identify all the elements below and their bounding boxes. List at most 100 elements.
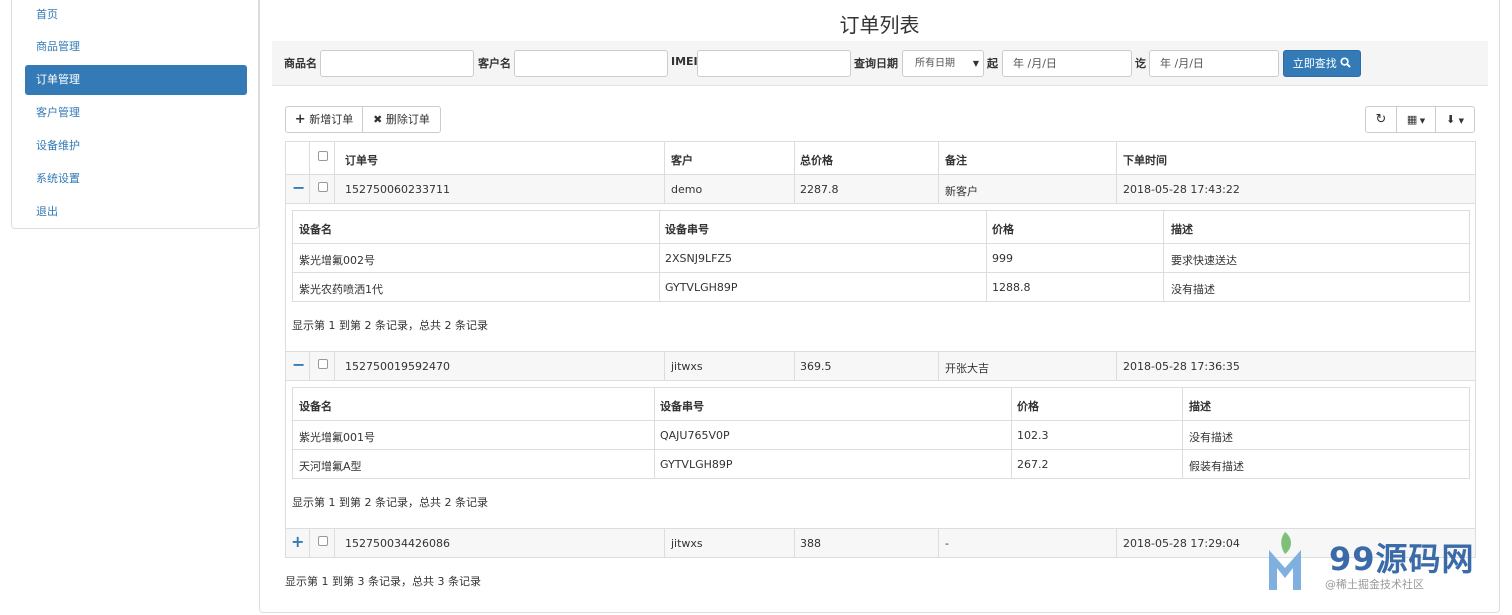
from-date-placeholder: 年 /月/日 — [1013, 57, 1057, 70]
imei-input[interactable] — [697, 50, 851, 77]
device-price: 1288.8 — [992, 281, 1031, 294]
order-note: 开张大吉 — [945, 362, 989, 375]
imei-label: IMEI — [671, 55, 698, 68]
device-desc: 要求快速送达 — [1171, 254, 1237, 267]
device-name: 天河增氟A型 — [299, 460, 362, 473]
product-label: 商品名 — [284, 57, 317, 70]
device-price: 999 — [992, 252, 1013, 265]
orders-table: 订单号 客户 总价格 备注 下单时间 − 152750060233711 dem… — [285, 141, 1476, 558]
detail-table: 设备名 设备串号 价格 描述 紫光增氟002号 2XSNJ9LFZ5 999 要… — [292, 210, 1470, 302]
date-select[interactable]: 所有日期 ▼ — [902, 50, 984, 77]
sidebar-item-orders[interactable]: 订单管理 — [25, 65, 247, 95]
row-checkbox[interactable] — [318, 182, 328, 192]
order-total: 388 — [800, 537, 821, 550]
collapse-icon[interactable]: − — [292, 357, 305, 373]
add-order-button[interactable]: + 新增订单 — [285, 106, 363, 133]
table-row[interactable] — [286, 352, 1475, 380]
column-header-time[interactable]: 下单时间 — [1123, 152, 1167, 168]
sidebar: 首页 商品管理 订单管理 客户管理 设备维护 系统设置 退出 — [11, 0, 259, 229]
remove-icon: ✖ — [373, 113, 383, 126]
detail-pager: 显示第 1 到第 2 条记录，总共 2 条记录 — [292, 496, 488, 509]
page-title: 订单列表 — [839, 13, 920, 37]
column-header-note[interactable]: 备注 — [945, 152, 967, 168]
to-date-input[interactable]: 年 /月/日 — [1149, 50, 1279, 77]
search-icon — [1340, 57, 1351, 68]
m-logo-icon — [1269, 532, 1301, 590]
column-header-total[interactable]: 总价格 — [800, 152, 833, 168]
sidebar-item-home[interactable]: 首页 — [25, 0, 247, 30]
date-label: 查询日期 — [854, 57, 898, 70]
to-label: 讫 — [1135, 57, 1146, 70]
caret-down-icon: ▼ — [972, 59, 979, 68]
delete-order-label: 删除订单 — [385, 113, 430, 126]
search-button-label: 立即查找 — [1292, 57, 1337, 70]
order-customer: jitwxs — [671, 537, 703, 550]
order-id: 152750034426086 — [345, 537, 450, 550]
from-label: 起 — [987, 57, 998, 70]
detail-header-price: 价格 — [992, 223, 1014, 236]
caret-down-icon: ▼ — [1458, 117, 1465, 125]
order-note: 新客户 — [945, 185, 978, 198]
plus-icon: + — [294, 112, 306, 127]
device-serial: QAJU765V0P — [660, 429, 730, 442]
export-button[interactable]: ⬇ ▼ — [1435, 106, 1475, 133]
customer-label: 客户名 — [478, 57, 511, 70]
sidebar-item-products[interactable]: 商品管理 — [25, 32, 247, 62]
delete-order-button[interactable]: ✖ 删除订单 — [362, 106, 441, 133]
add-order-label: 新增订单 — [309, 113, 354, 126]
table-row[interactable] — [286, 175, 1475, 203]
main-panel: 订单列表 商品名 客户名 IMEI 查询日期 所有日期 ▼ 起 年 /月/日 讫… — [259, 0, 1500, 613]
device-desc: 没有描述 — [1171, 283, 1215, 296]
device-name: 紫光增氟001号 — [299, 431, 375, 444]
sidebar-item-devices[interactable]: 设备维护 — [25, 131, 247, 161]
order-id: 152750019592470 — [345, 360, 450, 373]
date-select-value: 所有日期 — [915, 58, 955, 69]
device-name: 紫光增氟002号 — [299, 254, 375, 267]
product-input[interactable] — [320, 50, 474, 77]
column-header-customer[interactable]: 客户 — [671, 152, 693, 168]
device-serial: GYTVLGH89P — [660, 458, 733, 471]
search-bar: 商品名 客户名 IMEI 查询日期 所有日期 ▼ 起 年 /月/日 讫 年 /月… — [272, 41, 1488, 86]
detail-header-desc: 描述 — [1189, 400, 1211, 413]
order-time: 2018-05-28 17:43:22 — [1123, 183, 1240, 196]
customer-input[interactable] — [514, 50, 668, 77]
device-desc: 没有描述 — [1189, 431, 1233, 444]
refresh-button[interactable]: ↻ — [1365, 106, 1397, 133]
order-customer: jitwxs — [671, 360, 703, 373]
columns-button[interactable]: ▦ ▼ — [1396, 106, 1436, 133]
detail-header-name: 设备名 — [299, 400, 332, 413]
row-checkbox[interactable] — [318, 536, 328, 546]
detail-pager: 显示第 1 到第 2 条记录，总共 2 条记录 — [292, 319, 488, 332]
detail-header-price: 价格 — [1017, 400, 1039, 413]
sidebar-item-customers[interactable]: 客户管理 — [25, 98, 247, 128]
grid-icon: ▦ — [1406, 113, 1417, 126]
detail-header-name: 设备名 — [299, 223, 332, 236]
sidebar-item-settings[interactable]: 系统设置 — [25, 164, 247, 194]
device-serial: GYTVLGH89P — [665, 281, 738, 294]
device-desc: 假装有描述 — [1189, 460, 1244, 473]
order-time: 2018-05-28 17:29:04 — [1123, 537, 1240, 550]
select-all-checkbox[interactable] — [318, 151, 328, 161]
order-total: 369.5 — [800, 360, 832, 373]
row-checkbox[interactable] — [318, 359, 328, 369]
expand-icon[interactable]: + — [291, 534, 304, 550]
detail-header-serial: 设备串号 — [665, 223, 709, 236]
export-icon: ⬇ — [1445, 113, 1456, 126]
watermark-brand: 99源码网 — [1329, 540, 1475, 578]
column-header-order-id[interactable]: 订单号 — [345, 152, 378, 168]
order-note: - — [945, 537, 949, 550]
order-customer: demo — [671, 183, 703, 196]
detail-header-desc: 描述 — [1171, 223, 1193, 236]
orders-pager: 显示第 1 到第 3 条记录，总共 3 条记录 — [285, 575, 481, 588]
from-date-input[interactable]: 年 /月/日 — [1002, 50, 1132, 77]
refresh-icon: ↻ — [1375, 112, 1387, 127]
caret-down-icon: ▼ — [1419, 117, 1426, 125]
to-date-placeholder: 年 /月/日 — [1160, 57, 1204, 70]
sidebar-item-logout[interactable]: 退出 — [25, 197, 247, 227]
detail-table: 设备名 设备串号 价格 描述 紫光增氟001号 QAJU765V0P 102.3… — [292, 387, 1470, 479]
order-total: 2287.8 — [800, 183, 839, 196]
collapse-icon[interactable]: − — [292, 180, 305, 196]
device-price: 102.3 — [1017, 429, 1049, 442]
device-serial: 2XSNJ9LFZ5 — [665, 252, 732, 265]
search-button[interactable]: 立即查找 — [1283, 50, 1361, 77]
